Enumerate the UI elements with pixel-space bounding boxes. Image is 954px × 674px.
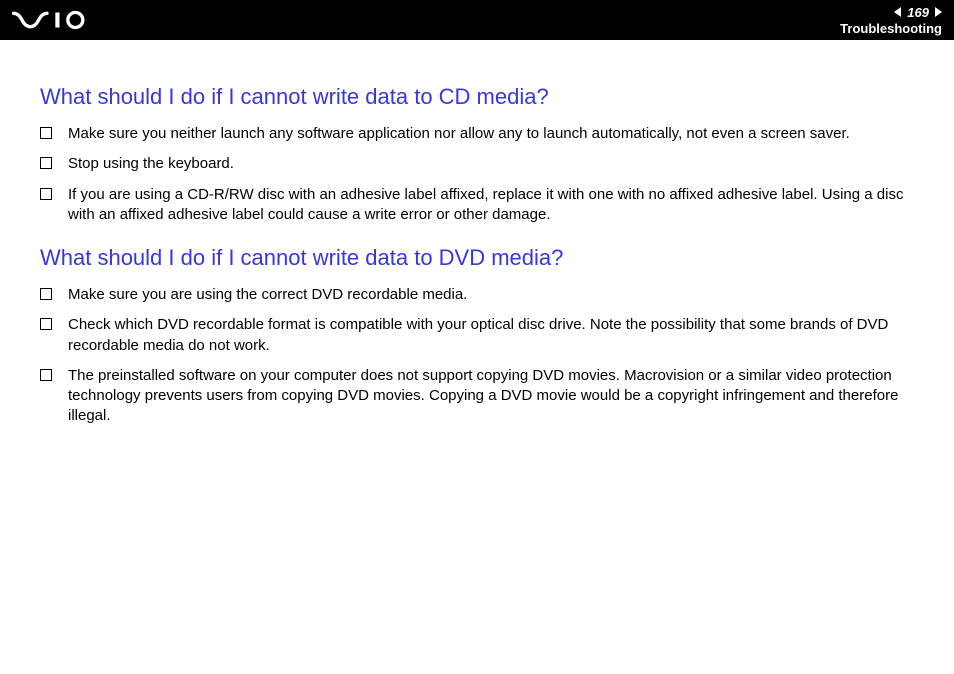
list-item: Check which DVD recordable format is com… (40, 315, 914, 356)
bullet-text: Make sure you are using the correct DVD … (68, 285, 914, 305)
list-item: If you are using a CD-R/RW disc with an … (40, 185, 914, 226)
bullet-icon (40, 318, 52, 330)
header-right: 169 Troubleshooting (840, 5, 942, 36)
bullet-icon (40, 157, 52, 169)
page-content: What should I do if I cannot write data … (0, 40, 954, 457)
list-item: The preinstalled software on your comput… (40, 366, 914, 427)
bullet-icon (40, 188, 52, 200)
list-item: Make sure you are using the correct DVD … (40, 285, 914, 305)
bullet-icon (40, 127, 52, 139)
page-number: 169 (905, 5, 931, 20)
dvd-bullet-list: Make sure you are using the correct DVD … (40, 285, 914, 427)
nav-next-icon[interactable] (935, 7, 942, 17)
bullet-icon (40, 369, 52, 381)
bullet-text: Check which DVD recordable format is com… (68, 315, 914, 356)
nav-prev-icon[interactable] (894, 7, 901, 17)
list-item: Stop using the keyboard. (40, 154, 914, 174)
vaio-logo (12, 10, 112, 30)
question-heading-dvd: What should I do if I cannot write data … (40, 245, 914, 271)
page-nav: 169 (894, 5, 942, 20)
bullet-text: Stop using the keyboard. (68, 154, 914, 174)
list-item: Make sure you neither launch any softwar… (40, 124, 914, 144)
question-heading-cd: What should I do if I cannot write data … (40, 84, 914, 110)
bullet-text: Make sure you neither launch any softwar… (68, 124, 914, 144)
section-label: Troubleshooting (840, 21, 942, 36)
bullet-text: If you are using a CD-R/RW disc with an … (68, 185, 914, 226)
bullet-text: The preinstalled software on your comput… (68, 366, 914, 427)
cd-bullet-list: Make sure you neither launch any softwar… (40, 124, 914, 225)
page-header: 169 Troubleshooting (0, 0, 954, 40)
bullet-icon (40, 288, 52, 300)
